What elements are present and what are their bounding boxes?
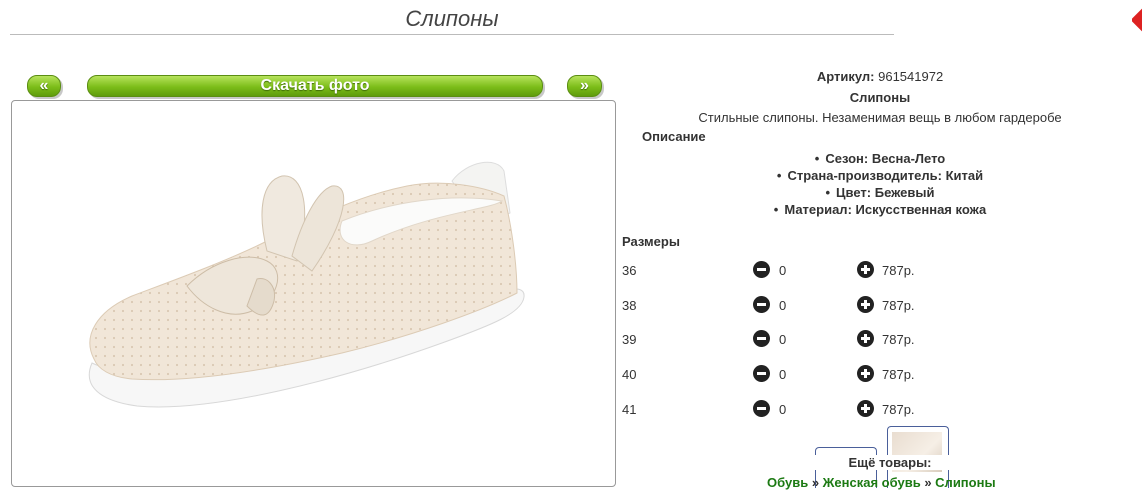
size-row: 40 0 787р. xyxy=(620,365,1020,385)
plus-icon[interactable] xyxy=(857,261,874,278)
size-quantity: 0 xyxy=(779,298,787,313)
next-photo-button[interactable]: » xyxy=(567,75,602,97)
article-value: 961541972 xyxy=(878,69,944,84)
properties-list: • Сезон: Весна-Лето • Страна-производитель… xyxy=(620,151,1140,219)
plus-icon[interactable] xyxy=(857,400,874,417)
size-price: 787р. xyxy=(882,402,915,417)
size-price: 787р. xyxy=(882,298,915,313)
size-price: 787р. xyxy=(882,367,915,382)
size-row: 36 0 787р. xyxy=(620,261,1020,281)
plus-icon[interactable] xyxy=(857,296,874,313)
title-divider xyxy=(10,34,894,35)
property-text: Сезон: Весна-Лето xyxy=(825,151,946,166)
breadcrumb: Обувь » Женская обувь » Слипоны xyxy=(767,475,996,490)
size-quantity: 0 xyxy=(779,402,787,417)
size-quantity: 0 xyxy=(779,367,787,382)
plus-icon[interactable] xyxy=(857,365,874,382)
size-row: 41 0 787р. xyxy=(620,400,1020,420)
product-description: Стильные слипоны. Незаменимая вещь в люб… xyxy=(698,110,1062,125)
breadcrumb-link[interactable]: Слипоны xyxy=(935,475,995,490)
size-value: 40 xyxy=(622,367,637,382)
slip-on-shoe-image xyxy=(88,161,525,408)
property-item: • Материал: Искусственная кожа xyxy=(773,202,987,217)
red-diamond-icon xyxy=(1132,8,1142,36)
size-value: 41 xyxy=(622,402,637,417)
property-text: Страна-производитель: Китай xyxy=(787,168,984,183)
property-item: • Страна-производитель: Китай xyxy=(776,168,984,183)
properties-heading: Описание xyxy=(642,129,706,144)
size-row: 38 0 787р. xyxy=(620,296,1020,316)
plus-icon[interactable] xyxy=(857,330,874,347)
minus-icon[interactable] xyxy=(753,261,770,278)
minus-icon[interactable] xyxy=(753,330,770,347)
prev-photo-button[interactable]: « xyxy=(27,75,61,97)
page-title: Слипоны xyxy=(405,6,499,31)
breadcrumb-link[interactable]: Женская обувь xyxy=(823,475,921,490)
property-item: • Сезон: Весна-Лето xyxy=(814,151,946,166)
size-value: 39 xyxy=(622,332,637,347)
property-text: Цвет: Бежевый xyxy=(836,185,935,200)
size-price: 787р. xyxy=(882,263,915,278)
property-item: • Цвет: Бежевый xyxy=(825,185,935,200)
article-label: Артикул: xyxy=(816,69,875,84)
sizes-heading: Размеры xyxy=(622,234,680,249)
breadcrumb-separator: » xyxy=(924,475,932,490)
more-products-label: Ещё товары: xyxy=(780,455,1000,470)
product-name: Слипоны xyxy=(849,90,911,105)
download-photo-button[interactable]: Скачать фото xyxy=(87,75,543,97)
size-price: 787р. xyxy=(882,332,915,347)
breadcrumb-link[interactable]: Обувь xyxy=(767,475,808,490)
product-photo[interactable] xyxy=(11,100,616,487)
property-text: Материал: Искусственная кожа xyxy=(784,202,987,217)
size-row: 39 0 787р. xyxy=(620,330,1020,350)
size-value: 38 xyxy=(622,298,637,313)
size-value: 36 xyxy=(622,263,637,278)
size-quantity: 0 xyxy=(779,263,787,278)
article-line: Артикул: 961541972 xyxy=(620,69,1140,84)
breadcrumb-separator: » xyxy=(811,475,820,490)
minus-icon[interactable] xyxy=(753,400,770,417)
minus-icon[interactable] xyxy=(753,365,770,382)
minus-icon[interactable] xyxy=(753,296,770,313)
size-quantity: 0 xyxy=(779,332,787,347)
